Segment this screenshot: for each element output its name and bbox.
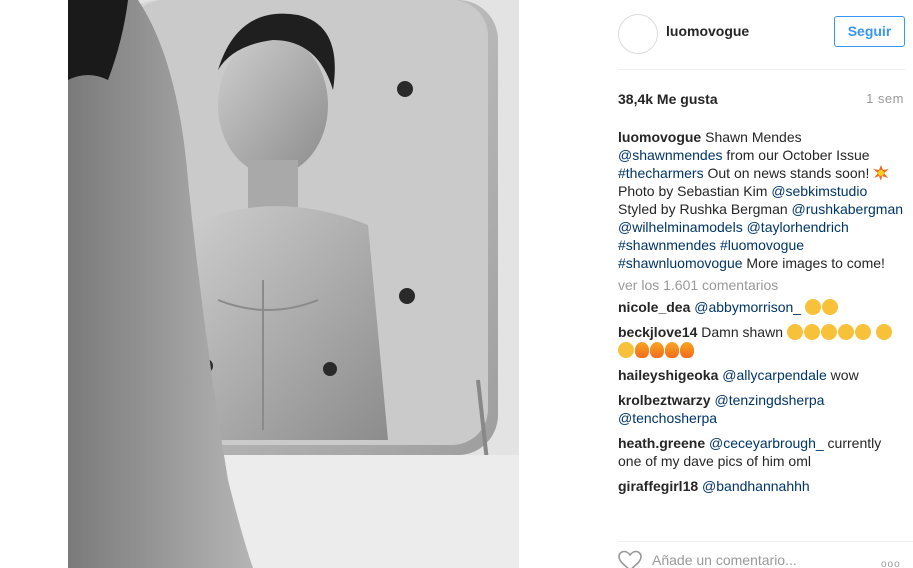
comment-username[interactable]: nicole_dea [618,299,690,315]
comment-username[interactable]: krolbeztwarzy [618,392,711,408]
comment-item: krolbeztwarzy @tenzingdsherpa @tenchoshe… [618,391,905,427]
heart-eyes-emoji-icon [837,324,854,340]
avatar[interactable] [618,14,658,54]
mention-link[interactable]: @allycarpendale [722,367,827,383]
comment-username[interactable]: heath.greene [618,435,705,451]
mention-link[interactable]: @wilhelminamodels [618,219,743,235]
comment-username[interactable]: haileyshigeoka [618,367,718,383]
caption-text: Photo by Sebastian Kim [618,183,768,199]
mention-link[interactable]: @abbymorrison_ [694,299,801,315]
mention-link[interactable]: @tenzingdsherpa [714,392,824,408]
caption: luomovogue Shawn Mendes @shawnmendes fro… [618,128,905,272]
caption-text: Out on news stands soon! [707,165,870,181]
hashtag-link[interactable]: #shawnmendes [618,237,716,253]
username[interactable]: luomovogue [666,23,749,39]
caption-text: Shawn Mendes [705,129,802,145]
fire-emoji-icon [635,342,649,358]
hashtag-link[interactable]: #shawnluomovogue [618,255,743,271]
heart-eyes-emoji-icon [786,324,803,340]
comment-text: wow [830,367,859,383]
caption-username[interactable]: luomovogue [618,129,701,145]
comment-item: haileyshigeoka @allycarpendale wow [618,366,905,384]
mention-link[interactable]: @bandhannahhh [702,478,810,494]
collision-emoji-icon [873,165,890,181]
mention-link[interactable]: @tenchosherpa [618,410,717,426]
mention-link[interactable]: @taylorhendrich [747,219,849,235]
heart-eyes-emoji-icon [803,324,820,340]
view-all-comments-link[interactable]: ver los 1.601 comentarios [618,276,905,294]
heart-eyes-emoji-icon [618,342,634,358]
post-time[interactable]: 1 sem [866,91,904,106]
comments-list: luomovogue Shawn Mendes @shawnmendes fro… [618,128,905,502]
comment-item: beckjlove14 Damn shawn [618,323,905,359]
caption-text: from our October Issue [726,147,870,163]
mention-link[interactable]: @sebkimstudio [771,183,867,199]
mention-link[interactable]: @shawnmendes [618,147,723,163]
heart-outline-icon[interactable] [618,550,642,568]
heart-eyes-emoji-icon [854,324,871,340]
post-media [0,0,600,568]
mention-link[interactable]: @ceceyarbrough_ [709,435,824,451]
hashtag-link[interactable]: #thecharmers [618,165,704,181]
comment-text: Damn shawn [701,324,783,340]
follow-button[interactable]: Seguir [834,16,905,47]
comment-username[interactable]: giraffegirl18 [618,478,698,494]
caption-text: More images to come! [746,255,885,271]
heart-eyes-emoji-icon [820,324,837,340]
laughing-emoji-icon [804,299,821,315]
comment-item: nicole_dea @abbymorrison_ [618,298,905,316]
comment-username[interactable]: beckjlove14 [618,324,697,340]
fire-emoji-icon [650,342,664,358]
add-comment-input[interactable] [652,552,852,568]
heart-eyes-emoji-icon [875,324,892,340]
laughing-emoji-icon [821,299,838,315]
stats-row: 38,4k Me gusta 1 sem [618,88,905,112]
fire-emoji-icon [680,342,694,358]
more-options-icon[interactable]: ooo [881,559,901,568]
photo-image [68,0,519,568]
fire-emoji-icon [665,342,679,358]
add-comment-row: ooo [618,541,913,568]
likes-count[interactable]: 38,4k Me gusta [618,91,718,107]
post-header: luomovogue Seguir [618,0,905,70]
comment-item: giraffegirl18 @bandhannahhh [618,477,905,495]
mention-link[interactable]: @rushkabergman [792,201,904,217]
comment-item: heath.greene @ceceyarbrough_ currently o… [618,434,905,470]
post-sidebar: luomovogue Seguir 38,4k Me gusta 1 sem l… [600,0,913,568]
post-photo[interactable] [68,0,519,568]
hashtag-link[interactable]: #luomovogue [720,237,804,253]
caption-text: Styled by Rushka Bergman [618,201,788,217]
